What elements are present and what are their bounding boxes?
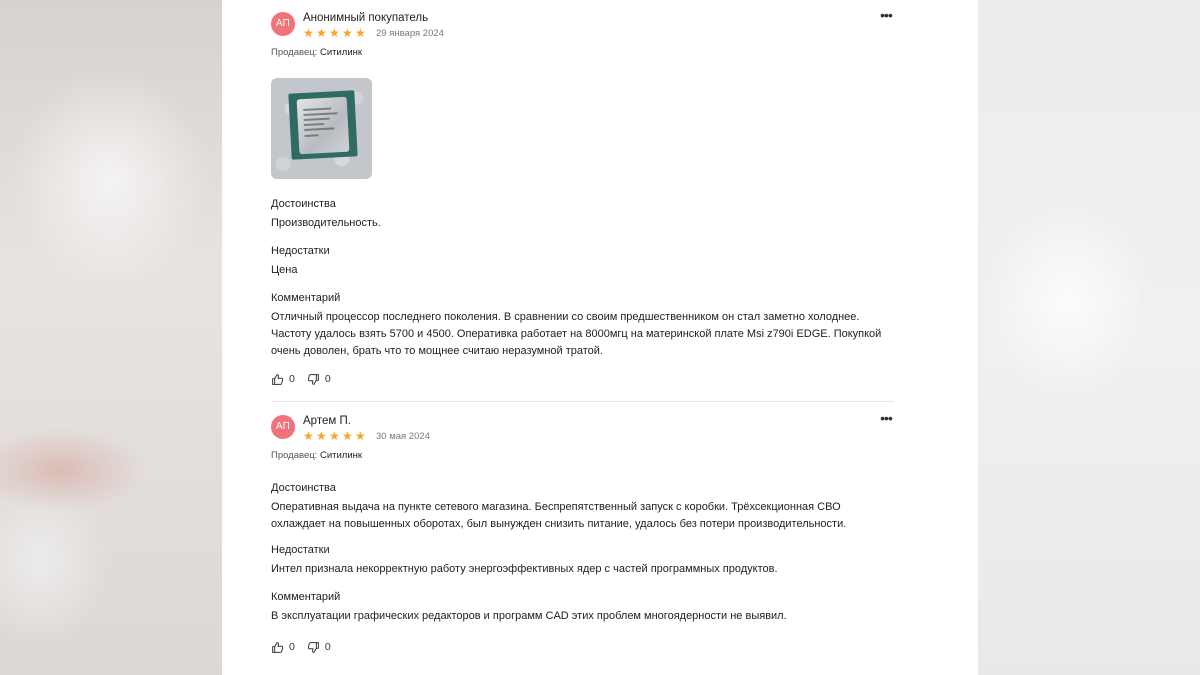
- star-icon: ★: [303, 26, 314, 40]
- more-dots-icon[interactable]: •••: [878, 411, 894, 427]
- pros-title: Достоинства: [271, 482, 336, 494]
- more-dots-icon[interactable]: •••: [878, 8, 894, 24]
- dislike-count: 0: [324, 641, 331, 653]
- review-divider: [271, 401, 894, 402]
- like-button[interactable]: 0: [271, 641, 295, 654]
- cons-title: Недостатки: [271, 544, 330, 556]
- review-photo[interactable]: [271, 78, 372, 179]
- star-icon: ★: [342, 26, 353, 40]
- dislike-button[interactable]: 0: [307, 641, 331, 654]
- cons-title: Недостатки: [271, 245, 330, 257]
- background-blur-right: [978, 0, 1200, 675]
- seller-name: Ситилинк: [319, 47, 363, 58]
- thumbs-down-icon: [307, 641, 319, 653]
- avatar: АП: [271, 415, 295, 439]
- review-date: 29 января 2024: [376, 28, 444, 39]
- cons-text: Интел признала некорректную работу энерг…: [271, 563, 778, 575]
- like-count: 0: [289, 373, 295, 385]
- like-button[interactable]: 0: [271, 373, 295, 386]
- star-icon: ★: [316, 26, 327, 40]
- star-icon: ★: [355, 26, 366, 40]
- review-item: АП Артем П. ★ ★ ★ ★ ★ 30 мая 2024 ••• Пр…: [271, 403, 894, 675]
- seller-label: Продавец:: [271, 450, 318, 461]
- background-blur-left: [0, 0, 222, 675]
- comment-text: В эксплуатации графических редакторов и …: [271, 610, 787, 622]
- vote-bar: 0 0: [271, 372, 343, 386]
- review-author: Артем П.: [303, 415, 351, 427]
- pros-title: Достоинства: [271, 198, 336, 210]
- comment-title: Комментарий: [271, 292, 341, 304]
- like-count: 0: [289, 641, 295, 653]
- dislike-button[interactable]: 0: [307, 373, 331, 386]
- rating-stars: ★ ★ ★ ★ ★: [303, 430, 368, 442]
- comment-title: Комментарий: [271, 591, 341, 603]
- star-icon: ★: [329, 26, 340, 40]
- star-icon: ★: [303, 429, 314, 443]
- thumbs-down-icon: [307, 373, 319, 385]
- cpu-photo-subject: [288, 90, 358, 160]
- seller-label: Продавец:: [271, 47, 318, 58]
- comment-text: Отличный процессор последнего поколения.…: [271, 311, 882, 357]
- vote-bar: 0 0: [271, 640, 343, 654]
- pros-text: Производительность.: [271, 217, 381, 229]
- avatar: АП: [271, 12, 295, 36]
- star-icon: ★: [355, 429, 366, 443]
- seller-name: Ситилинк: [319, 450, 363, 461]
- reviews-card: АП Анонимный покупатель ★ ★ ★ ★ ★ 29 янв…: [222, 0, 978, 675]
- cons-text: Цена: [271, 264, 298, 276]
- seller-info: Продавец: Ситилинк: [271, 450, 362, 461]
- thumbs-up-icon: [272, 641, 284, 653]
- review-author: Анонимный покупатель: [303, 12, 429, 24]
- seller-info: Продавец: Ситилинк: [271, 47, 362, 58]
- review-date: 30 мая 2024: [376, 431, 430, 442]
- star-icon: ★: [329, 429, 340, 443]
- star-icon: ★: [316, 429, 327, 443]
- pros-text: Оперативная выдача на пункте сетевого ма…: [271, 501, 847, 530]
- review-item: АП Анонимный покупатель ★ ★ ★ ★ ★ 29 янв…: [271, 0, 894, 400]
- thumbs-up-icon: [272, 373, 284, 385]
- star-icon: ★: [342, 429, 353, 443]
- dislike-count: 0: [324, 373, 331, 385]
- rating-stars: ★ ★ ★ ★ ★: [303, 27, 368, 39]
